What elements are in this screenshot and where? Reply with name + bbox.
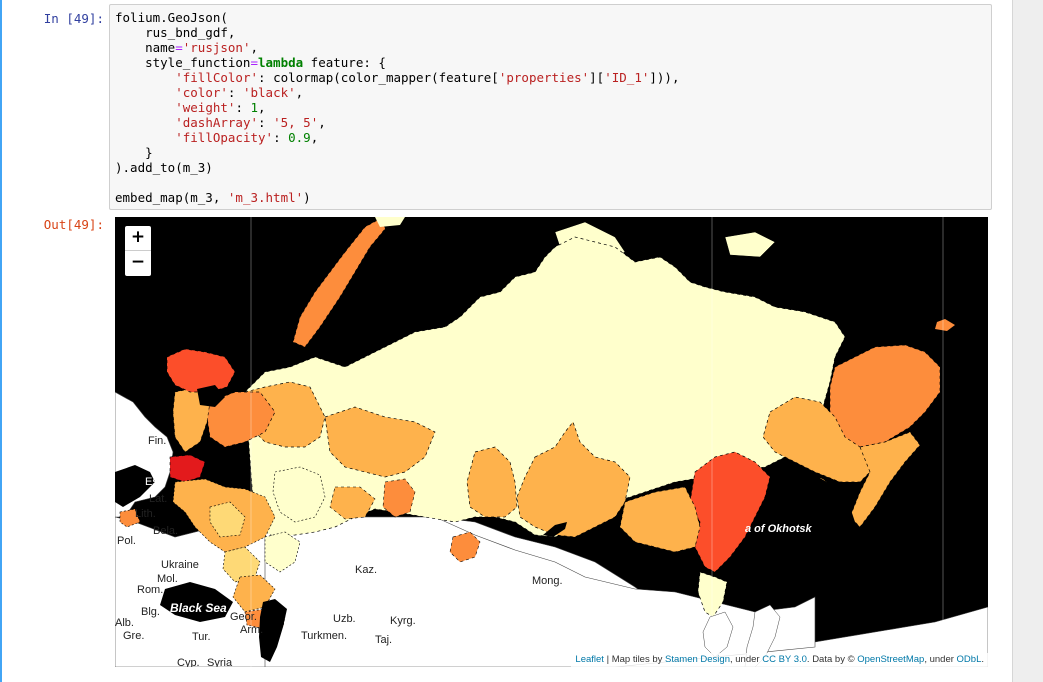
leaflet-map[interactable]: + − Fin. Est. Lat. Lith. Bela. Pol. Ukra… <box>115 217 988 667</box>
code-text: folium.GeoJson( rus_bnd_gdf, name='rusjs… <box>115 10 680 205</box>
label-pol: Pol. <box>117 535 136 547</box>
label-turkmen: Turkmen. <box>301 630 348 642</box>
label-kyrg: Kyrg. <box>390 615 416 627</box>
map-attribution: Leaflet | Map tiles by Stamen Design, un… <box>571 653 988 667</box>
label-blg: Blg. <box>141 606 160 618</box>
label-taj: Taj. <box>375 634 393 646</box>
label-kaz: Kaz. <box>355 564 378 576</box>
zoom-control: + − <box>123 224 153 278</box>
label-alb: Alb. <box>115 617 134 629</box>
label-gre: Gre. <box>123 630 145 642</box>
label-arm: Arm. <box>240 624 264 636</box>
label-lat: Lat. <box>149 493 168 505</box>
stamen-link[interactable]: Stamen Design <box>665 654 730 665</box>
label-uzb: Uzb. <box>333 613 356 625</box>
cell-selection-bar <box>0 0 2 682</box>
label-ukraine: Ukraine <box>161 559 199 571</box>
label-rom: Rom. <box>137 584 164 596</box>
osm-link[interactable]: OpenStreetMap <box>857 654 924 665</box>
label-geor: Geor. <box>230 611 257 623</box>
label-fin: Fin. <box>148 435 167 447</box>
label-bela: Bela. <box>153 525 179 537</box>
input-prompt: In [49]: <box>43 11 104 26</box>
odbl-link[interactable]: ODbL <box>957 654 982 665</box>
label-mong: Mong. <box>532 575 563 587</box>
label-nkor: N. Kor. <box>653 629 687 641</box>
label-syria: Syria <box>207 657 233 667</box>
output-prompt: Out[49]: <box>43 217 104 232</box>
code-cell-editor[interactable]: folium.GeoJson( rus_bnd_gdf, name='rusjs… <box>109 4 992 210</box>
zoom-in-button[interactable]: + <box>125 226 151 251</box>
label-lith: Lith. <box>135 508 156 520</box>
label-est: Est. <box>145 476 164 488</box>
leaflet-link[interactable]: Leaflet <box>575 654 604 665</box>
label-cyp: Cyp. <box>177 657 200 667</box>
label-sea-of-okhotsk: a of Okhotsk <box>745 523 812 535</box>
scrollbar-gutter[interactable] <box>1012 0 1043 682</box>
map-canvas[interactable] <box>115 217 988 667</box>
label-black-sea: Black Sea <box>170 601 227 615</box>
ccby-link[interactable]: CC BY 3.0 <box>762 654 807 665</box>
label-tur: Tur. <box>192 631 211 643</box>
zoom-out-button[interactable]: − <box>125 251 151 275</box>
